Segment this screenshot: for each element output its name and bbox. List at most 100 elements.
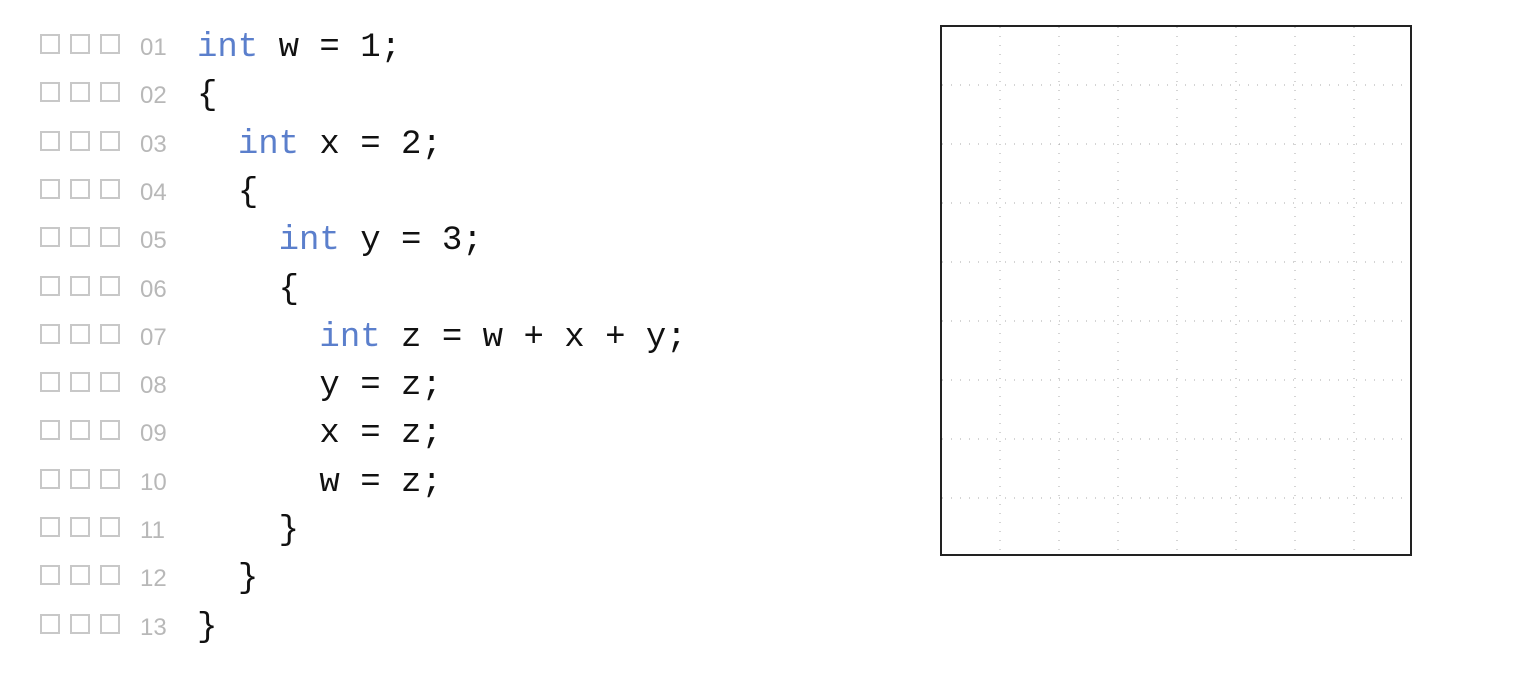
- line-checkboxes: [40, 324, 130, 348]
- code-line-02: 02 {: [40, 72, 860, 116]
- checkbox-3[interactable]: [100, 276, 120, 296]
- code-keyword: int: [319, 319, 381, 357]
- checkbox-1[interactable]: [40, 227, 60, 247]
- line-number: 10: [140, 469, 167, 496]
- checkbox-1[interactable]: [40, 34, 60, 54]
- code-text: y = z;: [197, 366, 442, 406]
- code-statement: {: [278, 271, 300, 309]
- line-checkboxes: [40, 131, 130, 155]
- line-checkboxes: [40, 82, 130, 106]
- code-text: int z = w + x + y;: [197, 318, 687, 358]
- code-line-13: 13}: [40, 604, 860, 648]
- line-number: 01: [140, 34, 167, 61]
- checkbox-1[interactable]: [40, 372, 60, 392]
- line-checkboxes: [40, 420, 130, 444]
- checkbox-1[interactable]: [40, 276, 60, 296]
- line-checkboxes: [40, 565, 130, 589]
- checkbox-3[interactable]: [100, 34, 120, 54]
- checkbox-2[interactable]: [70, 276, 90, 296]
- code-line-11: 11 }: [40, 507, 860, 551]
- code-statement: w = 1;: [258, 29, 402, 67]
- code-keyword: int: [278, 222, 340, 260]
- code-listing: 01 int w = 1; 02{03 int x = 2; 04 {05 int y…: [40, 24, 860, 654]
- line-checkboxes: [40, 517, 130, 541]
- code-statement: {: [237, 174, 259, 212]
- line-number: 11: [140, 517, 165, 544]
- checkbox-1[interactable]: [40, 324, 60, 344]
- checkbox-3[interactable]: [100, 469, 120, 489]
- code-line-05: 05 int y = 3;: [40, 217, 860, 261]
- checkbox-2[interactable]: [70, 420, 90, 440]
- checkbox-3[interactable]: [100, 227, 120, 247]
- code-statement: y = 3;: [339, 222, 483, 260]
- checkbox-1[interactable]: [40, 565, 60, 585]
- code-text: {: [197, 270, 299, 310]
- code-line-09: 09 x = z;: [40, 410, 860, 454]
- code-statement: y = z;: [319, 367, 442, 405]
- line-checkboxes: [40, 179, 130, 203]
- checkbox-3[interactable]: [100, 614, 120, 634]
- code-keyword: int: [197, 29, 259, 67]
- code-text: w = z;: [197, 463, 441, 503]
- code-statement: z = w + x + y;: [380, 319, 687, 357]
- dotted-grid-workspace: [940, 25, 1412, 556]
- code-text: int y = 3;: [197, 221, 483, 261]
- line-checkboxes: [40, 372, 130, 396]
- checkbox-1[interactable]: [40, 82, 60, 102]
- checkbox-2[interactable]: [70, 131, 90, 151]
- line-number: 08: [140, 372, 167, 399]
- checkbox-2[interactable]: [70, 565, 90, 585]
- line-checkboxes: [40, 469, 130, 493]
- code-text: {: [197, 173, 258, 213]
- checkbox-1[interactable]: [40, 131, 60, 151]
- checkbox-1[interactable]: [40, 420, 60, 440]
- dotted-grid: [942, 27, 1410, 554]
- code-statement: {: [197, 77, 218, 115]
- line-checkboxes: [40, 614, 130, 638]
- checkbox-2[interactable]: [70, 614, 90, 634]
- line-number: 05: [140, 227, 167, 254]
- checkbox-3[interactable]: [100, 372, 120, 392]
- code-text: int w = 1;: [197, 28, 401, 68]
- line-number: 02: [140, 82, 167, 109]
- code-statement: }: [237, 560, 259, 598]
- checkbox-2[interactable]: [70, 372, 90, 392]
- code-text: x = z;: [197, 414, 442, 454]
- checkbox-2[interactable]: [70, 34, 90, 54]
- checkbox-2[interactable]: [70, 469, 90, 489]
- checkbox-1[interactable]: [40, 469, 60, 489]
- checkbox-3[interactable]: [100, 565, 120, 585]
- checkbox-3[interactable]: [100, 420, 120, 440]
- code-text: int x = 2;: [197, 125, 442, 165]
- code-text: {: [197, 76, 217, 116]
- line-checkboxes: [40, 276, 130, 300]
- checkbox-1[interactable]: [40, 179, 60, 199]
- checkbox-3[interactable]: [100, 324, 120, 344]
- checkbox-2[interactable]: [70, 227, 90, 247]
- checkbox-1[interactable]: [40, 614, 60, 634]
- checkbox-3[interactable]: [100, 517, 120, 537]
- code-statement: x = z;: [319, 415, 442, 453]
- code-line-03: 03 int x = 2;: [40, 121, 860, 165]
- code-text: }: [197, 559, 258, 599]
- checkbox-3[interactable]: [100, 131, 120, 151]
- checkbox-3[interactable]: [100, 179, 120, 199]
- code-statement: }: [278, 512, 300, 550]
- checkbox-2[interactable]: [70, 82, 90, 102]
- checkbox-2[interactable]: [70, 517, 90, 537]
- line-number: 03: [140, 131, 167, 158]
- code-statement: }: [197, 609, 218, 647]
- line-checkboxes: [40, 227, 130, 251]
- checkbox-3[interactable]: [100, 82, 120, 102]
- code-statement: x = 2;: [299, 126, 442, 164]
- checkbox-2[interactable]: [70, 324, 90, 344]
- checkbox-1[interactable]: [40, 517, 60, 537]
- checkbox-2[interactable]: [70, 179, 90, 199]
